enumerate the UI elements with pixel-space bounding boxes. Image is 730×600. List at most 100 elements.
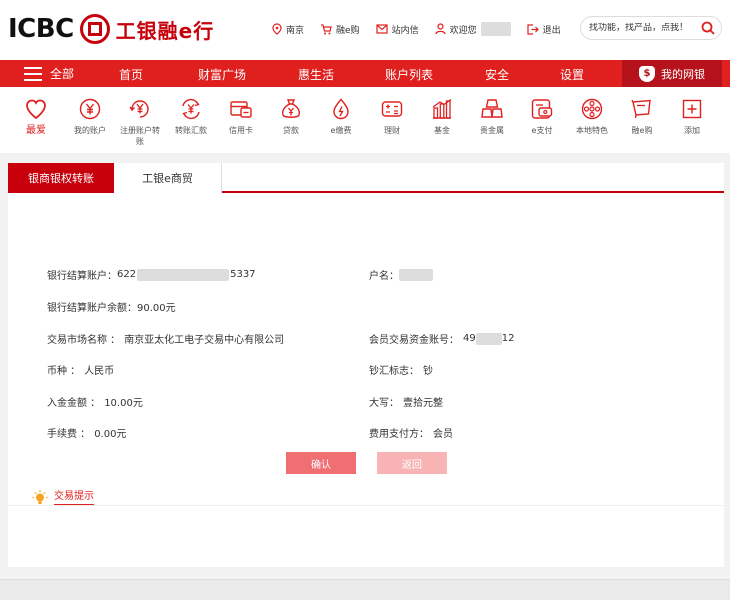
logout-icon [526,23,539,35]
shortcut-wealth-mgmt[interactable]: 理财 [365,97,419,136]
amount-value: 10.00元 [104,398,143,409]
yuan-register-icon [129,100,149,118]
shortcut-registered-transfer[interactable]: 注册账户转账 [113,97,167,147]
toplink-messages[interactable]: 站内信 [375,23,419,36]
shortcut-local-features[interactable]: 本地特色 [565,97,619,136]
cash-flag-label: 钞汇标志： [369,366,419,377]
yuan-coin-icon [79,98,101,120]
icbc-logo[interactable]: ICBC 工银融e行 [8,12,214,46]
search-input[interactable] [589,23,697,33]
shopping-bag-icon [631,99,651,119]
shortcut-label: e支付 [531,126,553,135]
market-row: 交易市场名称 ： 南京亚太化工电子交易中心有限公司 [47,331,284,346]
fee-label: 手续费 ： [47,429,91,440]
search-button[interactable] [699,19,717,37]
shortcut-add[interactable]: 添加 [665,97,719,136]
account-name-label: 户名： [369,271,399,282]
transfer-panel: 银商银权转账 工银e商贸 银行结算账户： 622 5337 银行结算账户余额： … [8,163,724,567]
top-header: ICBC 工银融e行 南京 融e购 站内信 欢迎您 退出 [0,0,730,60]
search-icon [701,21,715,35]
toplink-messages-label: 站内信 [391,25,419,36]
amount-upper-row: 大写： 壹拾元整 [369,394,443,409]
tab-bar: 银商银权转账 工银e商贸 [8,163,724,193]
tab-bank-securities-transfer[interactable]: 银商银权转账 [8,163,114,193]
market-label: 交易市场名称 ： [47,335,121,346]
shortcut-precious-metals[interactable]: 贵金属 [465,97,519,136]
shortcut-label: e缴费 [330,126,352,135]
transaction-tip[interactable]: 交易提示 [32,487,94,506]
balance-row: 银行结算账户余额： 90.00元 [47,299,176,314]
confirm-button[interactable]: 确认 [286,452,356,474]
settle-account-label: 银行结算账户： [47,271,117,282]
nav-item-home[interactable]: 首页 [119,66,143,83]
tab-icbc-ecommerce[interactable]: 工银e商贸 [114,163,222,193]
shortcut-label: 转账汇款 [175,126,207,135]
market-value: 南京亚太化工电子交易中心有限公司 [124,335,285,346]
shortcut-label: 本地特色 [576,126,608,135]
flame-icon [333,98,349,120]
search-box [580,16,722,40]
amount-label: 入金金额 ： [47,398,101,409]
shortcut-funds[interactable]: 基金 [415,97,469,136]
shortcut-label: 注册账户转账 [120,126,160,146]
plus-square-icon [682,99,702,119]
shortcut-remittance[interactable]: 转账汇款 [164,97,218,136]
shortcut-label: 我的账户 [74,126,106,135]
toplink-welcome-label: 欢迎您 [449,25,477,36]
settle-account-prefix: 622 [117,269,137,280]
lightbulb-icon [32,489,48,504]
shortcut-credit-card[interactable]: 信用卡 [214,97,268,136]
redacted-account-name [399,268,433,281]
shortcut-my-account[interactable]: 我的账户 [63,97,117,136]
money-bag-icon: $ [639,65,655,82]
fee-value: 0.00元 [94,429,127,440]
bar-chart-icon [432,98,452,119]
payer-label: 费用支付方： [369,429,429,440]
fund-account-prefix: 49 [463,333,476,344]
cash-flag-value: 钞 [423,366,433,377]
toplink-welcome[interactable]: 欢迎您 [434,22,511,36]
nav-item-settings[interactable]: 设置 [560,66,584,83]
footer-bar [0,579,730,600]
currency-label: 币种 ： [47,366,81,377]
toplink-emall-label: 融e购 [336,25,360,36]
mail-icon [375,24,388,34]
all-menu-button[interactable]: 全部 [24,65,74,82]
nav-item-wealth[interactable]: 财富广场 [198,66,246,83]
toplink-emall[interactable]: 融e购 [320,23,360,36]
cash-flag-row: 钞汇标志： 钞 [369,362,433,377]
shortcut-bar: 最爱 我的账户 注册账户转账 转账汇款 信用卡 贷款 e缴费 理财 基金 贵金属… [0,87,730,153]
currency-row: 币种 ： 人民币 [47,362,114,377]
transaction-tip-label: 交易提示 [54,487,94,506]
redacted-fund-account [475,332,502,345]
toplink-location[interactable]: 南京 [272,23,304,36]
shortcut-loans[interactable]: 贷款 [264,97,318,136]
icbc-seal-icon [79,14,110,44]
back-button[interactable]: 返回 [377,452,447,474]
divider [8,505,724,506]
hamburger-icon [24,66,42,81]
e-pay-icon [531,99,553,119]
nav-item-accounts[interactable]: 账户列表 [385,66,433,83]
amount-row: 入金金额 ： 10.00元 [47,394,143,409]
toplink-logout-label: 退出 [542,25,561,36]
toplink-logout[interactable]: 退出 [526,23,561,36]
shortcut-label: 最爱 [26,125,46,136]
shortcut-e-payment[interactable]: e缴费 [314,97,368,136]
shortcut-label: 添加 [684,126,700,135]
user-icon [434,23,446,35]
shortcut-e-pay[interactable]: e支付 [515,97,569,136]
my-bank-button[interactable]: $ 我的网银 [622,60,722,87]
shortcut-emall[interactable]: 融e购 [615,97,669,136]
shortcut-favorites[interactable]: 最爱 [9,97,63,136]
shortcut-label: 信用卡 [229,126,253,135]
money-bag-icon [282,99,300,118]
nav-item-life[interactable]: 惠生活 [298,66,334,83]
payer-value: 会员 [433,429,453,440]
calculator-icon [381,101,403,117]
credit-card-icon [230,101,252,118]
nav-item-security[interactable]: 安全 [485,66,509,83]
top-links: 南京 融e购 站内信 欢迎您 退出 [272,22,577,36]
settle-account-row: 银行结算账户： 622 5337 [47,267,256,282]
location-pin-icon [272,23,282,35]
